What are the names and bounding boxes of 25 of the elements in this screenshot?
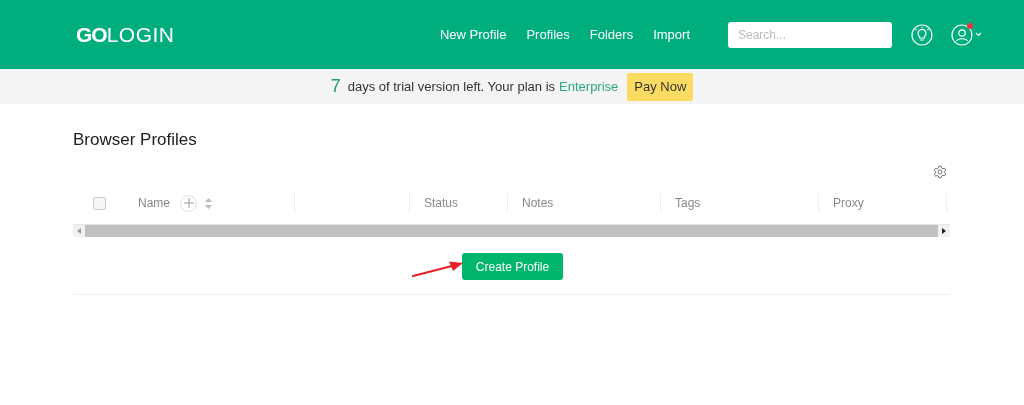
select-all-checkbox[interactable]	[93, 196, 106, 210]
trial-message: days of trial version left. Your plan is	[347, 79, 556, 94]
arrow	[412, 260, 464, 278]
page-title: Browser Profiles	[73, 130, 198, 150]
column-header[interactable]: Notes	[522, 196, 554, 210]
user-icon	[951, 23, 973, 46]
nav-link[interactable]: Profiles	[526, 27, 570, 42]
sort-icon[interactable]	[205, 197, 212, 209]
lightbulb-icon[interactable]	[911, 23, 933, 46]
settings-icon[interactable]	[933, 165, 947, 179]
column-header[interactable]: Tags	[675, 196, 701, 210]
search-field[interactable]: Search...	[728, 21, 892, 48]
user-menu[interactable]	[951, 23, 982, 46]
logo[interactable]: GOLOGIN	[76, 22, 175, 47]
nav-link[interactable]: Folders	[589, 27, 634, 42]
column-header[interactable]: Name	[138, 196, 170, 210]
caret-icon	[975, 32, 982, 37]
column-header[interactable]: Proxy	[833, 196, 864, 210]
column-header[interactable]: Status	[424, 196, 459, 210]
days-count: 7	[330, 76, 341, 97]
create-profile-button[interactable]: Create Profile	[461, 253, 564, 280]
nav-link[interactable]: New Profile	[439, 27, 507, 42]
pay-now-button[interactable]: Pay Now	[627, 72, 694, 101]
nav-link[interactable]: Import	[653, 27, 690, 42]
plan-link[interactable]: Enterprise	[559, 79, 619, 94]
